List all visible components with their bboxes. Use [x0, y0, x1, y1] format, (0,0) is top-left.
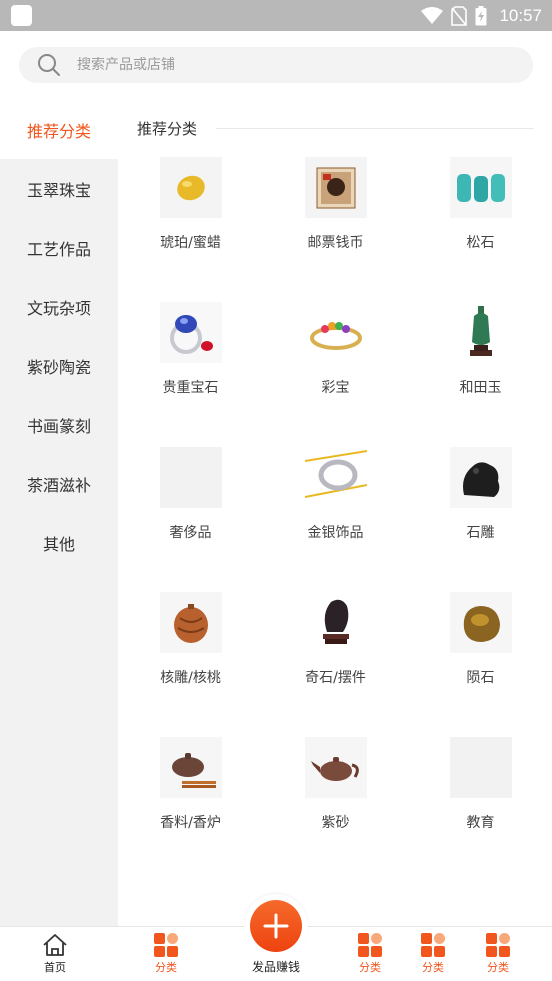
stone-dragon-icon — [449, 447, 512, 508]
category-item[interactable]: 石雕 — [408, 447, 552, 592]
section-divider — [216, 128, 534, 129]
category-item[interactable]: 贵重宝石 — [118, 302, 263, 447]
education-placeholder-icon — [449, 737, 512, 798]
search-input[interactable] — [77, 57, 477, 73]
category-label: 奢侈品 — [169, 525, 212, 541]
category-label: 陨石 — [466, 670, 495, 686]
luxury-placeholder-icon — [159, 447, 222, 508]
meteorite-icon — [449, 592, 512, 653]
category-label: 石雕 — [466, 525, 495, 541]
tab-category-1[interactable]: 分类 — [136, 933, 196, 975]
category-item[interactable]: 教育 — [408, 737, 552, 882]
app-notification-icon — [11, 5, 32, 26]
sidebar-item-collectibles[interactable]: 文玩杂项 — [0, 277, 118, 336]
plus-icon — [263, 913, 289, 939]
sidebar-item-recommended[interactable]: 推荐分类 — [0, 100, 118, 159]
category-sidebar: 推荐分类 玉翠珠宝 工艺作品 文玩杂项 紫砂陶瓷 书画篆刻 茶酒滋补 其他 — [0, 100, 118, 926]
teapot-icon — [304, 737, 367, 798]
tab-home[interactable]: 首页 — [25, 933, 85, 975]
category-item[interactable]: 邮票钱币 — [263, 157, 408, 302]
category-item[interactable]: 琥珀/蜜蜡 — [118, 157, 263, 302]
sidebar-item-crafts[interactable]: 工艺作品 — [0, 218, 118, 277]
home-icon — [43, 934, 67, 956]
no-sim-icon — [451, 5, 468, 26]
category-content: 推荐分类 琥珀/蜜蜡 邮票钱币 松石 贵重宝石 彩宝 和田玉 奢侈品 金银饰品 … — [118, 100, 552, 926]
publish-button-circle[interactable] — [250, 900, 302, 952]
publish-button[interactable] — [244, 894, 308, 958]
category-item[interactable]: 和田玉 — [408, 302, 552, 447]
category-label: 松石 — [466, 235, 495, 251]
sidebar-item-other[interactable]: 其他 — [0, 513, 118, 572]
category-label: 核雕/核桃 — [160, 670, 221, 686]
category-item[interactable]: 核雕/核桃 — [118, 592, 263, 737]
section-header: 推荐分类 — [137, 118, 197, 139]
category-label: 琥珀/蜜蜡 — [160, 235, 221, 251]
tab-category-2[interactable]: 分类 — [340, 933, 400, 975]
colored-gem-ring-icon — [304, 302, 367, 363]
sidebar-item-zisha-ceramics[interactable]: 紫砂陶瓷 — [0, 336, 118, 395]
category-item[interactable]: 彩宝 — [263, 302, 408, 447]
jade-vase-icon — [449, 302, 512, 363]
rock-ornament-icon — [304, 592, 367, 653]
category-item[interactable]: 金银饰品 — [263, 447, 408, 592]
incense-burner-icon — [159, 737, 222, 798]
sidebar-item-tea-wine[interactable]: 茶酒滋补 — [0, 454, 118, 513]
search-icon — [38, 54, 60, 76]
category-label: 金银饰品 — [307, 525, 364, 541]
category-label: 邮票钱币 — [307, 235, 364, 251]
category-grid-icon — [358, 933, 382, 957]
sidebar-item-jade-jewelry[interactable]: 玉翠珠宝 — [0, 159, 118, 218]
category-label: 香料/香炉 — [160, 815, 221, 831]
status-icons: 10:57 — [421, 0, 542, 31]
gem-ring-icon — [159, 302, 222, 363]
category-label: 奇石/摆件 — [305, 670, 366, 686]
stamp-icon — [304, 157, 367, 218]
category-grid: 琥珀/蜜蜡 邮票钱币 松石 贵重宝石 彩宝 和田玉 奢侈品 金银饰品 石雕 核雕… — [118, 157, 552, 882]
section-title: 推荐分类 — [137, 120, 198, 138]
category-item[interactable]: 紫砂 — [263, 737, 408, 882]
wifi-icon — [421, 6, 444, 24]
tab-label: 分类 — [155, 961, 177, 974]
turquoise-icon — [449, 157, 512, 218]
category-item[interactable]: 陨石 — [408, 592, 552, 737]
category-grid-icon — [421, 933, 445, 957]
tab-category-4[interactable]: 分类 — [468, 933, 528, 975]
silver-ring-icon — [304, 447, 367, 508]
category-grid-icon — [154, 933, 178, 957]
search-bar[interactable] — [19, 47, 533, 83]
publish-button-label[interactable]: 发品赚钱 — [236, 958, 316, 975]
status-time: 10:57 — [499, 5, 542, 25]
category-item[interactable]: 奢侈品 — [118, 447, 263, 592]
tab-label: 分类 — [487, 961, 509, 974]
category-label: 彩宝 — [321, 380, 350, 396]
category-item[interactable]: 香料/香炉 — [118, 737, 263, 882]
tab-label: 分类 — [422, 961, 444, 974]
category-label: 和田玉 — [459, 380, 502, 396]
walnut-icon — [159, 592, 222, 653]
tab-label: 分类 — [359, 961, 381, 974]
category-label: 紫砂 — [321, 815, 350, 831]
category-label: 教育 — [466, 815, 495, 831]
tab-category-3[interactable]: 分类 — [403, 933, 463, 975]
amber-icon — [159, 157, 222, 218]
category-item[interactable]: 松石 — [408, 157, 552, 302]
category-grid-icon — [486, 933, 510, 957]
tab-label: 首页 — [44, 961, 66, 974]
category-label: 贵重宝石 — [162, 380, 219, 396]
category-item[interactable]: 奇石/摆件 — [263, 592, 408, 737]
battery-charging-icon — [475, 5, 487, 25]
sidebar-item-calligraphy[interactable]: 书画篆刻 — [0, 395, 118, 454]
status-bar: 10:57 — [0, 0, 552, 31]
